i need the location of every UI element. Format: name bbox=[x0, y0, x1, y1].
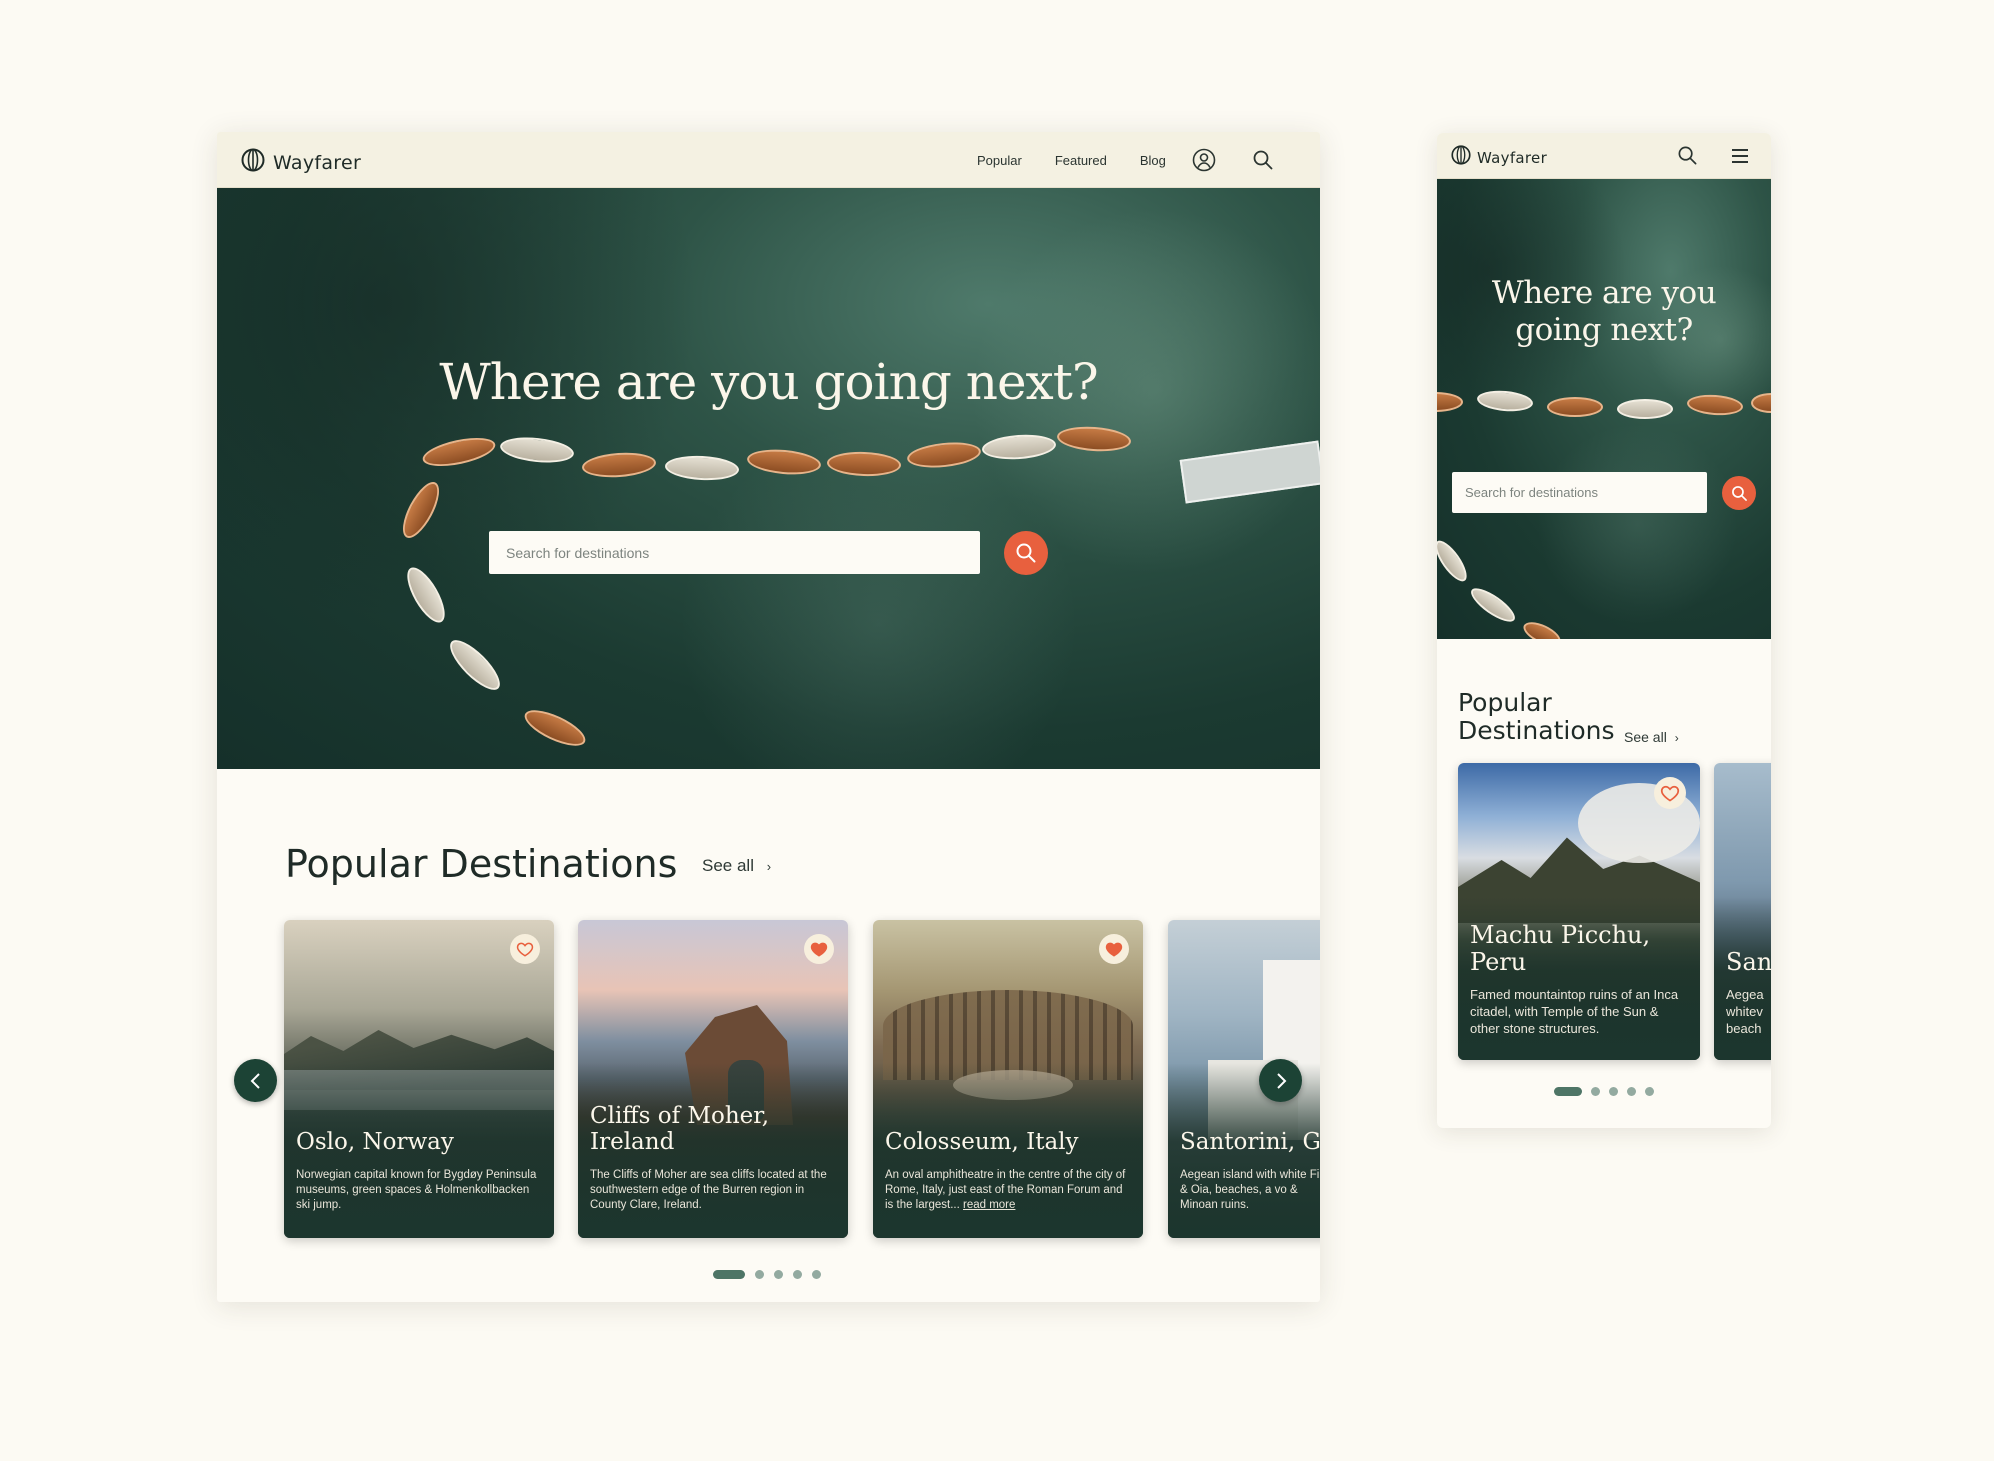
pagination-dot[interactable] bbox=[1591, 1087, 1600, 1096]
section-title: Popular Destinations bbox=[1458, 689, 1614, 744]
pagination-dot[interactable] bbox=[774, 1270, 783, 1279]
brand-logo[interactable]: Wayfarer bbox=[1451, 145, 1547, 170]
brand-name: Wayfarer bbox=[273, 151, 362, 174]
card-description: Aegea whitev beach bbox=[1726, 987, 1764, 1036]
hero-title: Where are you going next? bbox=[439, 353, 1098, 411]
heart-icon bbox=[1105, 940, 1123, 958]
see-all-label: See all bbox=[702, 856, 754, 875]
see-all-link[interactable]: See all › bbox=[1624, 729, 1679, 745]
search-input[interactable]: Search for destinations bbox=[1452, 472, 1707, 513]
section-title: Popular Destinations bbox=[285, 842, 678, 886]
carousel-pagination bbox=[713, 1270, 821, 1279]
hero-title: Where are you going next? bbox=[1437, 275, 1771, 349]
nav-link-blog[interactable]: Blog bbox=[1140, 153, 1166, 168]
heart-icon bbox=[516, 940, 534, 958]
destination-card[interactable]: Oslo, Norway Norwegian capital known for… bbox=[284, 920, 554, 1238]
top-navbar: Wayfarer Popular Featured Blog bbox=[217, 132, 1320, 188]
globe-icon bbox=[241, 148, 265, 177]
card-description: The Cliffs of Moher are sea cliffs locat… bbox=[590, 1169, 827, 1211]
pagination-dot[interactable] bbox=[1627, 1087, 1636, 1096]
search-submit-button[interactable] bbox=[1004, 531, 1048, 575]
pagination-dot-active[interactable] bbox=[713, 1270, 745, 1279]
pagination-dot[interactable] bbox=[1645, 1087, 1654, 1096]
read-more-link[interactable]: read more bbox=[963, 1199, 1015, 1211]
chevron-right-icon: › bbox=[1674, 731, 1679, 745]
brand-logo[interactable]: Wayfarer bbox=[241, 148, 361, 177]
hero-banner: Where are you going next? Search for des… bbox=[217, 188, 1320, 769]
search-icon bbox=[1015, 542, 1037, 564]
card-title-line1: Machu Picchu, bbox=[1470, 921, 1651, 949]
chevron-left-icon bbox=[246, 1071, 266, 1091]
menu-icon[interactable] bbox=[1730, 146, 1750, 166]
hero-title-line2: going next? bbox=[1515, 312, 1693, 349]
destination-card[interactable]: Cliffs of Moher, Ireland The Cliffs of M… bbox=[578, 920, 848, 1238]
mobile-navbar: Wayfarer bbox=[1437, 133, 1771, 179]
heart-icon bbox=[810, 940, 828, 958]
nav-link-popular[interactable]: Popular bbox=[977, 153, 1022, 168]
carousel-prev-button[interactable] bbox=[234, 1059, 277, 1102]
favorite-button[interactable] bbox=[1654, 777, 1686, 809]
pagination-dot[interactable] bbox=[812, 1270, 821, 1279]
favorite-button[interactable] bbox=[1099, 934, 1129, 964]
card-title: Colosseum, Italy bbox=[885, 1129, 1079, 1155]
search-input[interactable]: Search for destinations bbox=[489, 531, 980, 574]
pagination-dot[interactable] bbox=[793, 1270, 802, 1279]
card-title: Santorini, Gr bbox=[1180, 1129, 1320, 1155]
desktop-mockup: Wayfarer Popular Featured Blog Where are… bbox=[217, 132, 1320, 1302]
destination-card[interactable]: Machu Picchu, Peru Famed mountaintop rui… bbox=[1458, 763, 1700, 1060]
chevron-right-icon bbox=[1271, 1071, 1291, 1091]
carousel-next-button[interactable] bbox=[1259, 1059, 1302, 1102]
favorite-button[interactable] bbox=[804, 934, 834, 964]
see-all-link[interactable]: See all › bbox=[702, 856, 771, 876]
globe-icon bbox=[1451, 145, 1471, 170]
account-icon[interactable] bbox=[1192, 148, 1216, 172]
card-description: Norwegian capital known for Bygdøy Penin… bbox=[296, 1169, 537, 1211]
hero-title-line1: Where are you bbox=[1491, 275, 1717, 311]
brand-name: Wayfarer bbox=[1477, 148, 1548, 167]
favorite-button[interactable] bbox=[510, 934, 540, 964]
see-all-label: See all bbox=[1624, 729, 1667, 745]
chevron-right-icon: › bbox=[766, 859, 772, 874]
search-icon[interactable] bbox=[1677, 145, 1698, 166]
card-description: An oval amphitheatre in the centre of th… bbox=[885, 1168, 1133, 1213]
carousel-pagination bbox=[1554, 1087, 1654, 1096]
card-title-line2: Peru bbox=[1470, 948, 1527, 976]
mobile-mockup: Wayfarer Where are you going next? Searc… bbox=[1437, 133, 1771, 1128]
destination-card[interactable]: San Aegea whitev beach bbox=[1714, 763, 1771, 1060]
search-icon[interactable] bbox=[1252, 149, 1274, 171]
card-description: Aegean island with white Fira & Oia, bea… bbox=[1180, 1169, 1320, 1211]
pagination-dot-active[interactable] bbox=[1554, 1087, 1582, 1096]
heart-icon bbox=[1660, 783, 1680, 803]
search-icon bbox=[1731, 485, 1748, 502]
card-title: Oslo, Norway bbox=[296, 1129, 454, 1155]
hero-banner: Where are you going next? Search for des… bbox=[1437, 179, 1771, 639]
section-title-line1: Popular bbox=[1458, 688, 1552, 717]
pagination-dot[interactable] bbox=[1609, 1087, 1618, 1096]
card-title-line1: Cliffs of Moher, bbox=[590, 1103, 770, 1129]
card-description: Famed mountaintop ruins of an Inca citad… bbox=[1470, 987, 1679, 1036]
search-submit-button[interactable] bbox=[1722, 476, 1756, 510]
section-title-line2: Destinations bbox=[1458, 715, 1615, 745]
card-title-line2: Ireland bbox=[590, 1129, 675, 1155]
nav-link-featured[interactable]: Featured bbox=[1055, 153, 1107, 168]
destination-card[interactable]: Colosseum, Italy An oval amphitheatre in… bbox=[873, 920, 1143, 1238]
card-title: San bbox=[1726, 948, 1771, 976]
pagination-dot[interactable] bbox=[755, 1270, 764, 1279]
